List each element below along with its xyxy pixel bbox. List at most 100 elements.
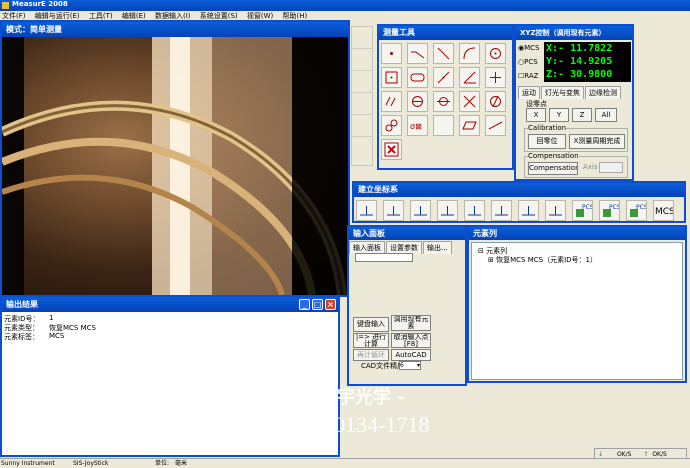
chevron-down-icon: ▾: [416, 362, 420, 369]
mode-pcs[interactable]: ○PCS: [518, 58, 538, 66]
axis-point-icon[interactable]: [464, 200, 485, 221]
distance-tool-icon[interactable]: σ⊠: [407, 115, 428, 136]
line-2p-icon[interactable]: [433, 67, 454, 88]
cancel-input-button[interactable]: 取消输入点[F8]: [391, 333, 431, 348]
parallel-tool-icon[interactable]: [381, 91, 402, 112]
tab-edge-detect[interactable]: 边缘检测: [585, 86, 621, 99]
mode-raz[interactable]: ☐RAZ: [518, 72, 538, 80]
status-joystick: SIS-JoyStick: [73, 460, 109, 467]
input-field[interactable]: [355, 253, 413, 262]
arc-tool-icon[interactable]: [459, 43, 480, 64]
tab-motion[interactable]: 运动: [518, 86, 540, 99]
side-tool-4[interactable]: [352, 93, 372, 115]
zero-x-button[interactable]: X: [526, 108, 546, 122]
side-tool-3[interactable]: [352, 71, 372, 93]
blank-tool[interactable]: [433, 115, 454, 136]
element-list-title: 元素列: [473, 229, 497, 238]
output-title: 输出结果: [6, 300, 38, 309]
app-titlebar: MeasurE 2008: [0, 0, 690, 11]
element-tree: ⊟ 元素列 ⊞ 恢复MCS MCS（元素ID号：1）: [471, 242, 683, 380]
menu-file[interactable]: 文件(F): [2, 12, 26, 20]
line-angle-icon[interactable]: [433, 43, 454, 64]
call-element-button[interactable]: 调用现有元素: [391, 315, 431, 331]
input-panel-title: 输入面板: [353, 229, 385, 238]
camera-view[interactable]: [2, 37, 348, 295]
measure-cycle-button[interactable]: X测量周期完成: [569, 134, 625, 149]
menu-data-input[interactable]: 数据输入(I): [155, 12, 191, 20]
axis-select[interactable]: [599, 162, 623, 173]
element-list-panel: 元素列 ⊟ 元素列 ⊞ 恢复MCS MCS（元素ID号：1）: [467, 225, 687, 383]
image-window-titlebar: 模式：简单测量: [2, 22, 348, 37]
rotate-tool-icon[interactable]: [485, 91, 506, 112]
calculate-button[interactable]: |=> 进行计算: [353, 333, 389, 348]
loop-button[interactable]: 再计循环: [353, 349, 389, 361]
home-button[interactable]: 回零位: [528, 134, 566, 149]
axis-cross-icon[interactable]: [410, 200, 431, 221]
edge-tool-icon[interactable]: [485, 115, 506, 136]
link-tool-icon[interactable]: [381, 115, 402, 136]
side-tool-1[interactable]: [352, 27, 372, 49]
zero-all-button[interactable]: All: [595, 108, 617, 122]
side-tool-2[interactable]: [352, 49, 372, 71]
menu-help[interactable]: 帮助(H): [283, 12, 308, 20]
cad-precision-select[interactable]: 6 ▾: [399, 361, 421, 370]
dro-x: X:- 11.7822: [546, 43, 613, 54]
image-window: 模式：简单测量: [0, 20, 350, 297]
menu-system-settings[interactable]: 系统设置(S): [200, 12, 238, 20]
slot-tool-icon[interactable]: [407, 67, 428, 88]
dro-display: X:- 11.7822 Y:- 14.9205 Z:- 30.9800: [544, 42, 631, 82]
tab-light-zoom[interactable]: 灯光与变焦: [541, 86, 584, 99]
circle-center-icon[interactable]: [407, 91, 428, 112]
line-tool-icon[interactable]: [407, 43, 428, 64]
menu-edit-run[interactable]: 编辑与运行(E): [35, 12, 80, 20]
zero-y-button[interactable]: Y: [549, 108, 569, 122]
xyz-titlebar: XYZ控制（调用现有元素）: [516, 26, 632, 40]
delete-tool-icon[interactable]: [381, 139, 402, 160]
maximize-button[interactable]: □: [312, 299, 323, 310]
axis-line-icon[interactable]: [356, 200, 377, 221]
zero-z-button[interactable]: Z: [572, 108, 592, 122]
axis-tri-icon[interactable]: [545, 200, 566, 221]
menu-tools[interactable]: 工具(T): [89, 12, 113, 20]
keyboard-input-button[interactable]: 键盘输入: [353, 317, 389, 332]
output-value: MCS: [49, 332, 65, 340]
axis-rotate-icon[interactable]: [491, 200, 512, 221]
mcs-icon[interactable]: MCS: [653, 200, 675, 221]
close-button[interactable]: ×: [325, 299, 336, 310]
autocad-button[interactable]: AutoCAD: [391, 349, 431, 361]
axis-perp-icon[interactable]: [383, 200, 404, 221]
axis-ref-icon[interactable]: [437, 200, 458, 221]
menu-window[interactable]: 视窗(W): [247, 12, 273, 20]
pcs-load-icon[interactable]: PCS: [599, 200, 621, 221]
menu-edit[interactable]: 编辑(E): [122, 12, 146, 20]
axis-star-icon[interactable]: [518, 200, 539, 221]
status-unit-label: 单位:: [155, 460, 170, 467]
intersect-tool-icon[interactable]: [459, 91, 480, 112]
tree-expand-icon: ⊞: [488, 256, 494, 264]
dro-y: Y:- 14.9205: [546, 56, 613, 67]
status-instrument: Sunny Instrument: [1, 460, 55, 467]
crosshair-icon[interactable]: [485, 67, 506, 88]
pcs-save-icon[interactable]: PCS: [572, 200, 594, 221]
side-tool-5[interactable]: [352, 115, 372, 137]
rect-tool-icon[interactable]: [381, 67, 402, 88]
input-panel: 输入面板 输入面板 设置参数 输出... 键盘输入 调用现有元素 |=> 进行计算 …: [347, 225, 467, 386]
coord-title: 建立坐标系: [358, 185, 398, 194]
compensation-button[interactable]: Compensation: [528, 162, 578, 175]
measure-tools-title: 测量工具: [383, 28, 415, 37]
output-titlebar: 输出结果 _ □ ×: [2, 297, 338, 312]
minimize-button[interactable]: _: [299, 299, 310, 310]
side-tool-6[interactable]: [352, 137, 372, 159]
midpoint-tool-icon[interactable]: [433, 91, 454, 112]
mode-mcs[interactable]: ◉MCS: [518, 44, 539, 52]
tab-output[interactable]: 输出...: [423, 241, 452, 254]
output-row: 元素标签：: [4, 333, 39, 341]
pcs-edit-icon[interactable]: PCS: [626, 200, 648, 221]
point-tool-icon[interactable]: [381, 43, 402, 64]
angle-tool-icon[interactable]: [459, 67, 480, 88]
circle-tool-icon[interactable]: [485, 43, 506, 64]
parallelogram-icon[interactable]: [459, 115, 480, 136]
tree-item[interactable]: ⊞ 恢复MCS MCS（元素ID号：1）: [488, 255, 597, 265]
status-unit-value: 毫米: [175, 460, 188, 467]
compensation-group: Compensation Compensation Axis: [524, 152, 628, 178]
